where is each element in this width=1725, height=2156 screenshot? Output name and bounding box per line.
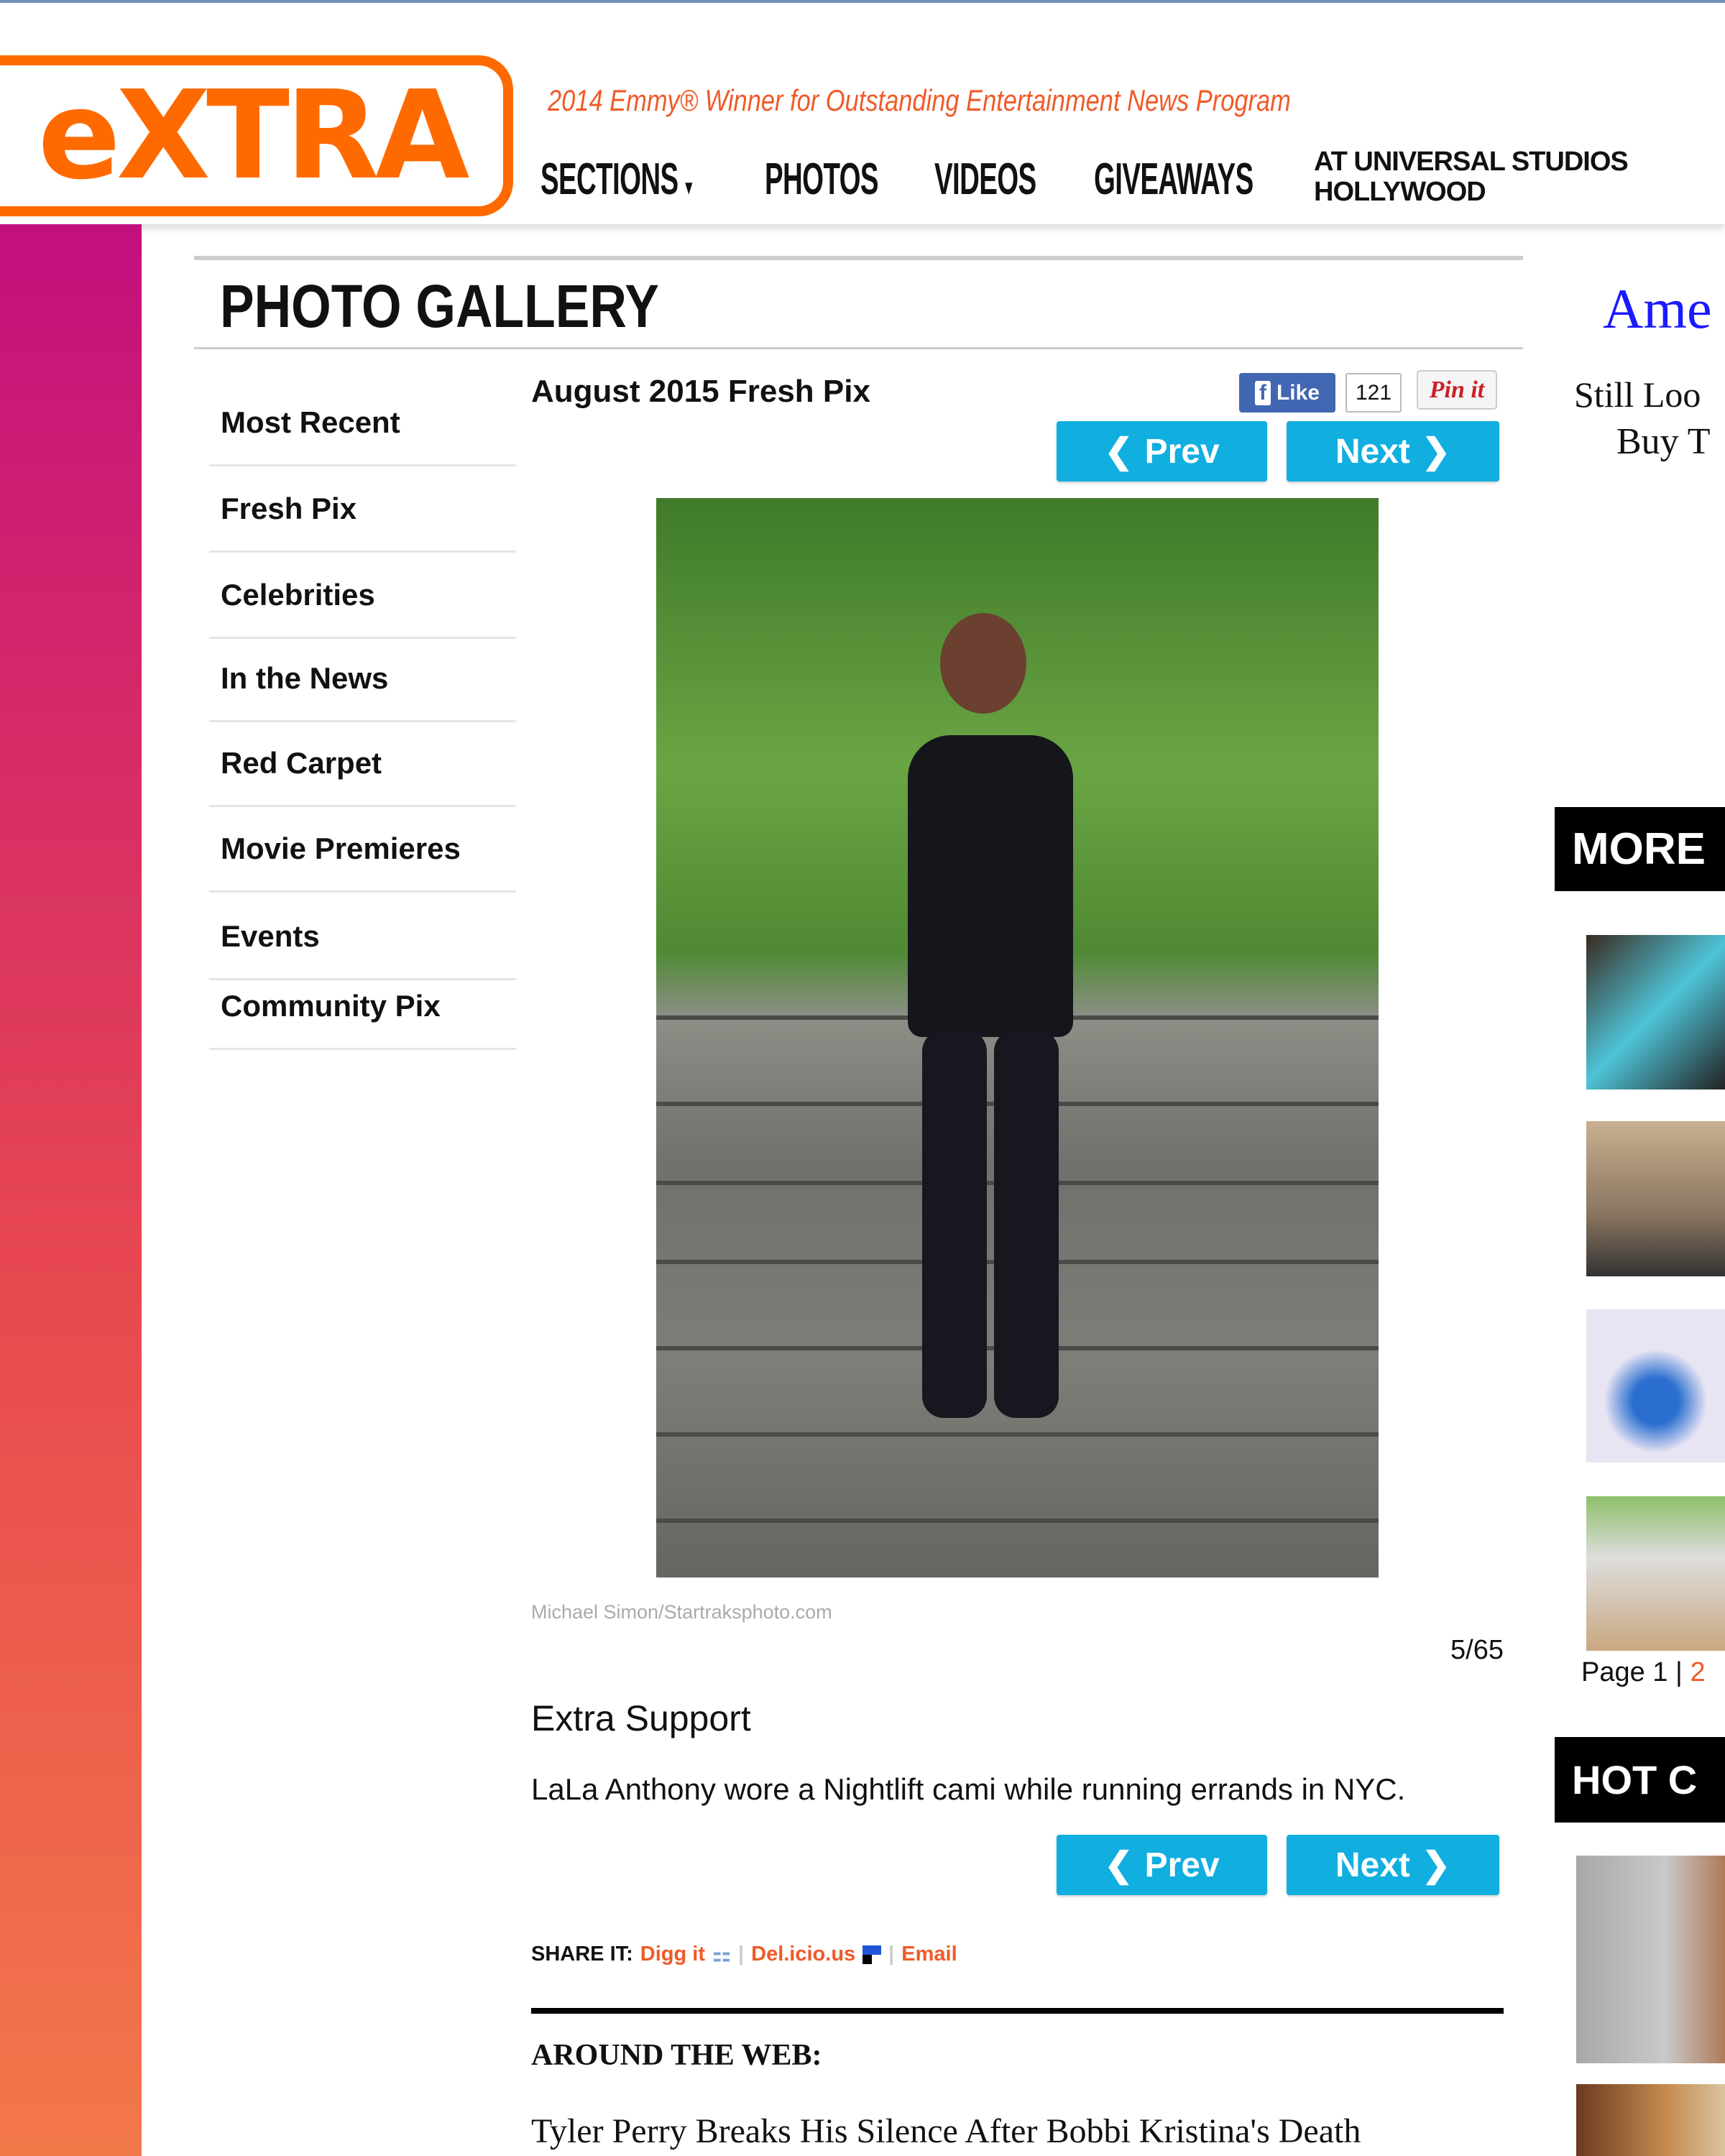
page-2-link[interactable]: 2 — [1690, 1657, 1705, 1687]
ad-line: Still Loo — [1574, 374, 1701, 415]
page-title: PHOTO GALLERY — [220, 272, 659, 340]
sidebar-item-in-the-news[interactable]: In the News — [209, 636, 516, 722]
nav-universal[interactable]: AT UNIVERSAL STUDIOS HOLLYWOOD — [1314, 147, 1716, 207]
facebook-icon: f — [1254, 380, 1271, 405]
thumbnail[interactable] — [1576, 1856, 1725, 2063]
thumbnail[interactable] — [1586, 1309, 1725, 1462]
like-count: 121 — [1346, 373, 1402, 413]
delicious-link[interactable]: Del.icio.us — [751, 1943, 855, 1966]
photo-headline: Extra Support — [531, 1698, 751, 1738]
email-link[interactable]: Email — [901, 1943, 957, 1966]
chevron-left-icon: ❮ — [1104, 433, 1133, 471]
prev-button-bottom[interactable]: ❮ Prev — [1057, 1835, 1267, 1895]
nav-giveaways[interactable]: GIVEAWAYS — [1094, 154, 1254, 205]
thumbnail[interactable] — [1586, 1496, 1725, 1651]
pagination: Page 1 | 2 — [1581, 1657, 1706, 1687]
digg-link[interactable]: Digg it — [640, 1943, 705, 1966]
photo-counter: 5/65 — [1450, 1635, 1504, 1665]
gallery-title: August 2015 Fresh Pix — [531, 374, 870, 409]
divider — [531, 2008, 1504, 2014]
extra-logo[interactable]: eXTRA — [0, 55, 513, 216]
photo-credit: Michael Simon/Startraksphoto.com — [531, 1601, 832, 1623]
sidebar-item-movie-premieres[interactable]: Movie Premieres — [209, 806, 516, 893]
sidebar-item-celebrities[interactable]: Celebrities — [209, 553, 516, 639]
chevron-left-icon: ❮ — [1104, 1846, 1133, 1884]
delicious-icon — [862, 1945, 882, 1964]
nav-photos[interactable]: PHOTOS — [765, 154, 879, 205]
sidebar-item-red-carpet[interactable]: Red Carpet — [209, 721, 516, 807]
facebook-like-button[interactable]: f Like — [1239, 373, 1335, 413]
ad-title[interactable]: Ame — [1603, 277, 1712, 341]
thumbnail[interactable] — [1576, 2084, 1725, 2156]
around-web-title: AROUND THE WEB: — [531, 2039, 822, 2072]
chevron-right-icon: ❯ — [1421, 433, 1451, 471]
share-bar: SHARE IT: Digg it ⚏ | Del.icio.us | Email — [531, 1943, 957, 1966]
digg-icon: ⚏ — [712, 1943, 731, 1966]
next-button[interactable]: Next ❯ — [1287, 421, 1499, 482]
thumbnail[interactable] — [1586, 935, 1725, 1089]
tagline: 2014 Emmy® Winner for Outstanding Entert… — [548, 83, 1291, 117]
prev-button[interactable]: ❮ Prev — [1057, 421, 1267, 482]
sidebar-item-community-pix[interactable]: Community Pix — [209, 964, 516, 1050]
divider — [194, 347, 1523, 349]
more-section-header: MORE — [1555, 807, 1725, 891]
around-web-link[interactable]: Tyler Perry Breaks His Silence After Bob… — [531, 2111, 1361, 2151]
sidebar-item-most-recent[interactable]: Most Recent — [209, 380, 516, 466]
hot-section-header: HOT C — [1555, 1737, 1725, 1823]
sidebar-item-fresh-pix[interactable]: Fresh Pix — [209, 466, 516, 553]
nav-sections[interactable]: SECTIONS ▾ — [540, 154, 692, 205]
photo-caption: LaLa Anthony wore a Nightlift cami while… — [531, 1772, 1406, 1806]
chevron-right-icon: ❯ — [1421, 1846, 1451, 1884]
nav-videos[interactable]: VIDEOS — [934, 154, 1036, 205]
pinterest-button[interactable]: Pin it — [1417, 370, 1497, 410]
chevron-down-icon: ▾ — [685, 175, 692, 199]
divider — [194, 256, 1523, 260]
next-button-bottom[interactable]: Next ❯ — [1287, 1835, 1499, 1895]
gallery-photo[interactable] — [656, 498, 1379, 1577]
background-stripe — [0, 224, 142, 2156]
thumbnail[interactable] — [1586, 1121, 1725, 1276]
ad-line: Buy T — [1616, 421, 1711, 462]
site-header: eXTRA 2014 Emmy® Winner for Outstanding … — [0, 3, 1725, 224]
